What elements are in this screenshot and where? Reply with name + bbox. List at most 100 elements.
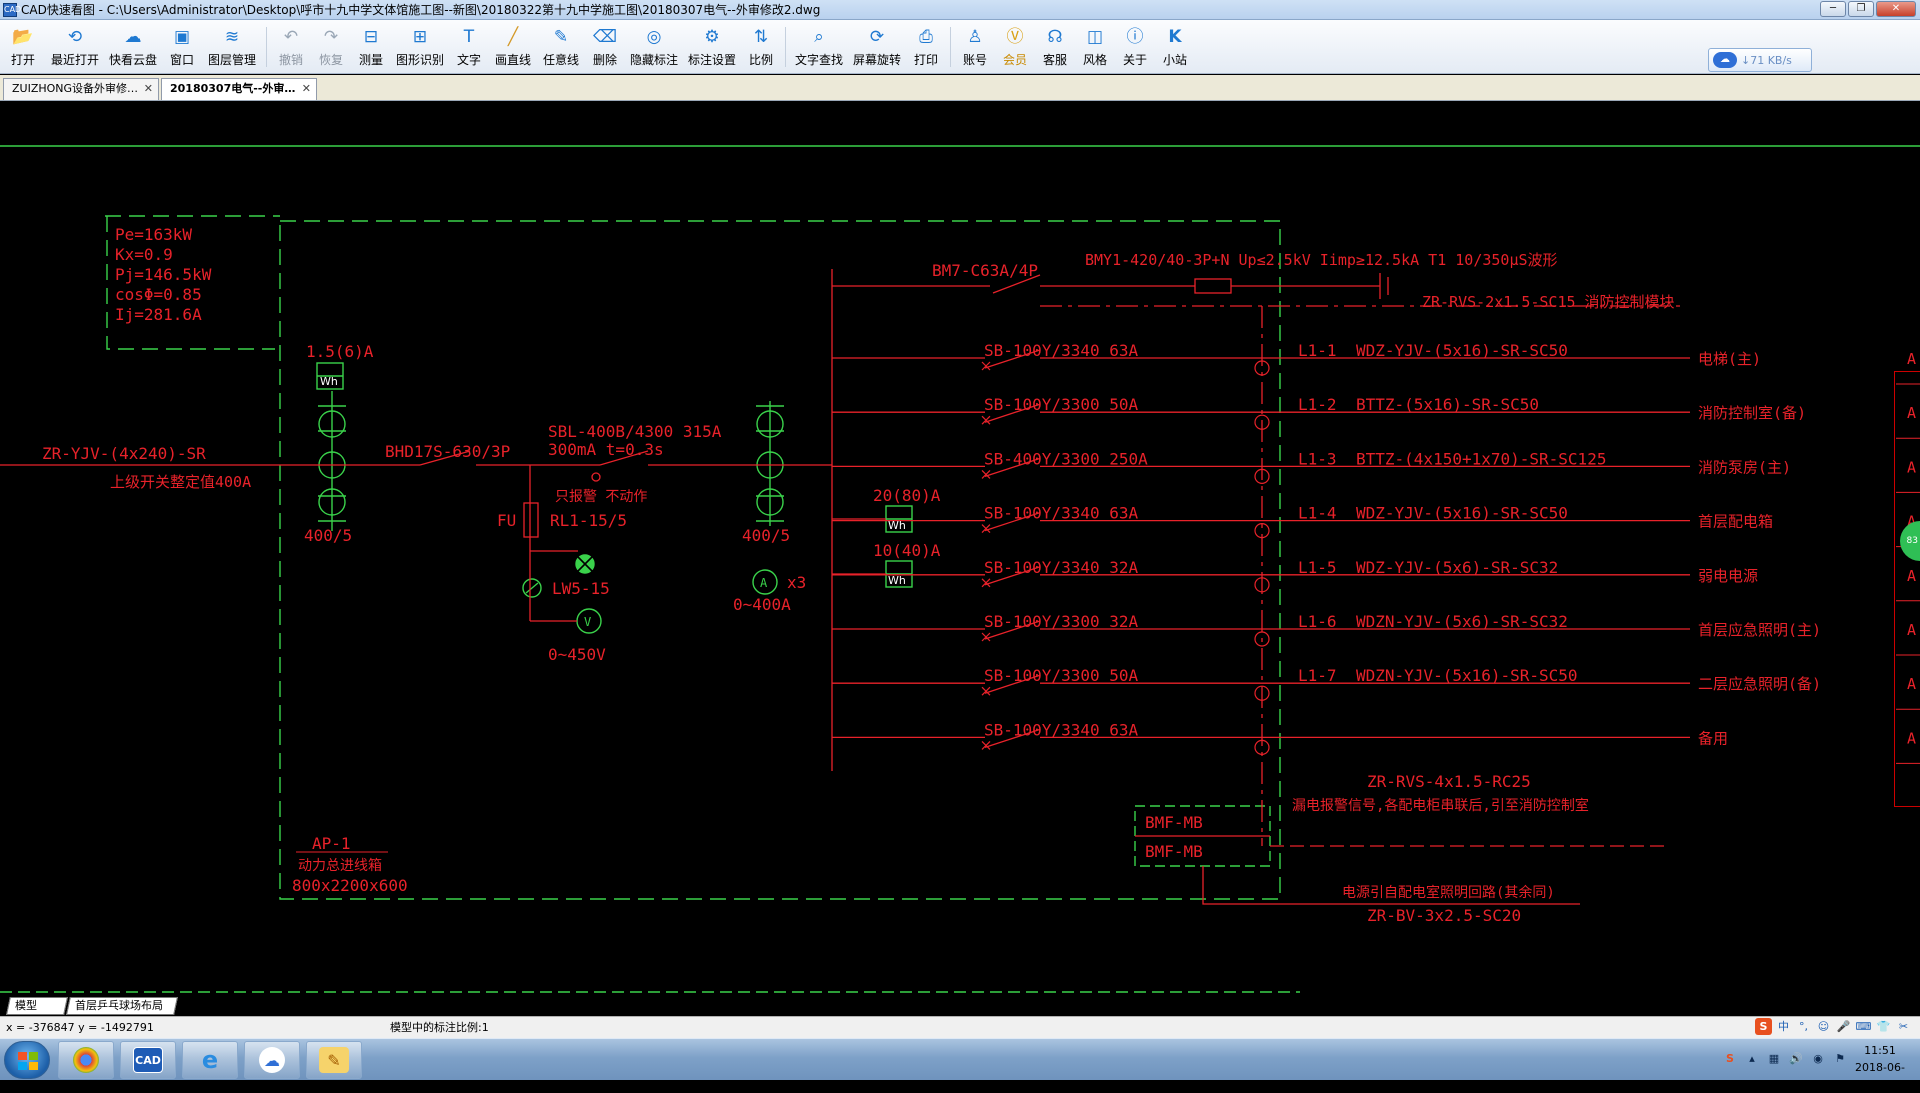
- about-button[interactable]: ⓘ 关于: [1115, 20, 1155, 74]
- clock-date: 2018-06-08: [1855, 1061, 1905, 1091]
- cloud-icon: ☁: [124, 27, 142, 47]
- undo-button[interactable]: ↶ 撤销: [271, 20, 311, 74]
- spd-symbol: [1194, 278, 1232, 294]
- shape-recognize-icon: ⊞: [412, 27, 428, 47]
- delete-button[interactable]: ⌫ 删除: [585, 20, 625, 74]
- netdisk-icon: ☁: [259, 1047, 285, 1073]
- circuit-cable-label: BTTZ-(5x16)-SR-SC50: [1356, 395, 1539, 414]
- station-button[interactable]: K 小站: [1155, 20, 1195, 74]
- cad-app-icon: CAD: [133, 1047, 163, 1073]
- minimize-button[interactable]: ─: [1820, 1, 1846, 17]
- annotation-settings-icon: ⚙: [704, 27, 720, 47]
- layout-tab-layout1[interactable]: 首层乒乓球场布局: [66, 997, 178, 1015]
- open-button[interactable]: 📂 打开: [0, 20, 46, 74]
- cursor-coordinates: x = -376847 y = -1492791: [6, 1021, 154, 1034]
- style-button[interactable]: ◫ 风格: [1075, 20, 1115, 74]
- upstream-switch-label: 上级开关整定值400A: [110, 473, 251, 491]
- sogou-ime-icon[interactable]: S: [1755, 1018, 1772, 1035]
- cloud-sync-indicator[interactable]: ☁ ↓71 KB/s: [1708, 48, 1812, 72]
- ime-keyboard-icon[interactable]: ⌨: [1855, 1018, 1872, 1035]
- bmf-2-label: BMF-MB: [1145, 842, 1203, 861]
- rotate-screen-button[interactable]: ⟳ 屏幕旋转: [848, 20, 906, 74]
- measure-button[interactable]: ⊟ 测量: [351, 20, 391, 74]
- circuit-load-label: 首层配电箱: [1698, 513, 1773, 531]
- network-icon[interactable]: ▦: [1766, 1051, 1782, 1067]
- ct-ratio-2-label: 400/5: [742, 526, 790, 545]
- tray-expand-icon[interactable]: ▴: [1744, 1051, 1760, 1067]
- tab-close-icon[interactable]: ✕: [302, 79, 311, 99]
- cloud-disk-button[interactable]: ☁ 快看云盘: [104, 20, 162, 74]
- redo-button[interactable]: ↷ 恢复: [311, 20, 351, 74]
- close-button[interactable]: ✕: [1876, 1, 1916, 17]
- calc-cos: cosΦ=0.85: [115, 285, 202, 304]
- annotation-settings-button[interactable]: ⚙ 标注设置: [683, 20, 741, 74]
- lighting-cable-label: ZR-BV-3x2.5-SC20: [1367, 906, 1521, 925]
- headset-icon: ☊: [1047, 27, 1063, 47]
- ime-skin-icon[interactable]: 👕: [1875, 1018, 1892, 1035]
- draw-line-button[interactable]: ╱ 画直线: [489, 20, 537, 74]
- taskbar-internet-explorer[interactable]: e: [182, 1041, 238, 1079]
- spd-cable-label: ZR-RVS-2x1.5-SC15 消防控制模块: [1422, 293, 1675, 311]
- volume-icon[interactable]: 🔊: [1788, 1051, 1804, 1067]
- file-tab-active[interactable]: 20180307电气--外审… ✕: [161, 78, 317, 100]
- shape-recognize-button[interactable]: ⊞ 图形识别: [391, 20, 449, 74]
- window-button[interactable]: ▣ 窗口: [162, 20, 202, 74]
- style-icon: ◫: [1086, 27, 1104, 47]
- rcd-note-label: 只报警 不动作: [555, 489, 647, 505]
- scale-button[interactable]: ⇅ 比例: [741, 20, 781, 74]
- window-title: CAD快速看图 - C:\Users\Administrator\Desktop…: [21, 3, 821, 17]
- hide-annotation-button[interactable]: ◎ 隐藏标注: [625, 20, 683, 74]
- window-icon: ▣: [173, 27, 191, 47]
- status-bar: x = -376847 y = -1492791 模型中的标注比例:1 S 中 …: [0, 1016, 1920, 1038]
- text-search-button[interactable]: ⌕ 文字查找: [790, 20, 848, 74]
- fuse-label: FU: [497, 511, 516, 530]
- circuit-id-label: L1-2: [1298, 395, 1337, 414]
- calc-pe: Pe=163kW: [115, 225, 192, 244]
- taskbar-notepad[interactable]: ✎: [306, 1041, 362, 1079]
- maximize-button[interactable]: ❐: [1848, 1, 1874, 17]
- taskbar-cad-viewer[interactable]: CAD: [120, 1041, 176, 1079]
- ime-tools-icon[interactable]: ✂: [1895, 1018, 1912, 1035]
- circuit-id-label: L1-1: [1298, 341, 1337, 360]
- alarm-note-label: 漏电报警信号,各配电柜串联后,引至消防控制室: [1292, 797, 1589, 814]
- cad-drawing: SB-100Y/3340 63A L1-1 WDZ-YJV-(5x16)-SR-SC…: [0, 145, 1920, 993]
- tab-close-icon[interactable]: ✕: [144, 79, 153, 99]
- info-icon: ⓘ: [1126, 27, 1144, 47]
- recent-open-button[interactable]: ⟲ 最近打开: [46, 20, 104, 74]
- action-center-icon[interactable]: ⚑: [1832, 1051, 1848, 1067]
- line-icon: ╱: [507, 27, 519, 47]
- text-icon: T: [463, 27, 475, 47]
- folder-open-icon: 📂: [12, 27, 34, 47]
- measure-icon: ⊟: [363, 27, 379, 47]
- start-button[interactable]: [4, 1041, 50, 1079]
- layer-manager-button[interactable]: ≋ 图层管理: [202, 20, 262, 74]
- clock-time: 11:51: [1864, 1044, 1896, 1057]
- text-button[interactable]: T 文字: [449, 20, 489, 74]
- box-id-label: AP-1: [312, 834, 351, 853]
- taskbar-baidu-netdisk[interactable]: ☁: [244, 1041, 300, 1079]
- ime-chinese-icon[interactable]: 中: [1775, 1018, 1792, 1035]
- box-size-label: 800x2200x600: [292, 876, 408, 895]
- print-button[interactable]: ⎙ 打印: [906, 20, 946, 74]
- meter-main-label: 1.5(6)A: [306, 342, 374, 361]
- circuit-load-label: 首层应急照明(主): [1698, 621, 1821, 639]
- toolbar-separator: [950, 27, 951, 67]
- circuit-id-label: L1-7: [1298, 666, 1337, 685]
- layout-tab-model[interactable]: 模型: [6, 997, 68, 1015]
- sogou-tray-icon[interactable]: S: [1722, 1051, 1738, 1067]
- ime-emoji-icon[interactable]: ☺: [1815, 1018, 1832, 1035]
- meter-20-label: 20(80)A: [873, 486, 941, 505]
- selector-switch-slash: [525, 582, 539, 594]
- file-tab-bar: ZUIZHONG设备外审修… ✕ 20180307电气--外审… ✕: [0, 75, 1920, 101]
- taskbar-chrome[interactable]: [58, 1041, 114, 1079]
- account-button[interactable]: ♙ 账号: [955, 20, 995, 74]
- system-clock[interactable]: 11:51 2018-06-08: [1850, 1042, 1910, 1093]
- freehand-button[interactable]: ✎ 任意线: [537, 20, 585, 74]
- customer-service-button[interactable]: ☊ 客服: [1035, 20, 1075, 74]
- drawing-canvas[interactable]: SB-100Y/3340 63A L1-1 WDZ-YJV-(5x16)-SR-SC…: [0, 101, 1920, 994]
- ime-punctuation-icon[interactable]: °,: [1795, 1018, 1812, 1035]
- vip-button[interactable]: Ⓥ 会员: [995, 20, 1035, 74]
- file-tab[interactable]: ZUIZHONG设备外审修… ✕: [3, 78, 159, 100]
- ime-mic-icon[interactable]: 🎤: [1835, 1018, 1852, 1035]
- tray-app-icon[interactable]: ◉: [1810, 1051, 1826, 1067]
